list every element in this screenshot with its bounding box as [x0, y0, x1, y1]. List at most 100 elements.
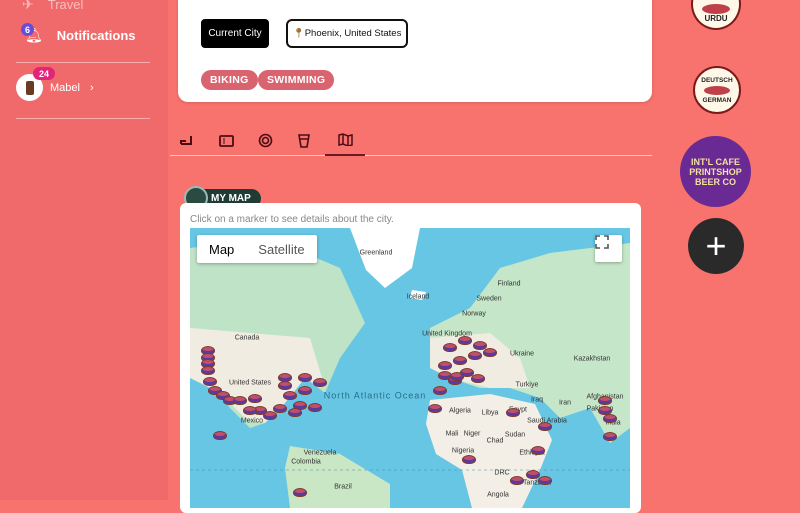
city-marker[interactable] — [483, 348, 497, 357]
city-marker[interactable] — [201, 366, 215, 375]
map-type-control: Map Satellite — [197, 235, 317, 263]
city-marker[interactable] — [603, 432, 617, 441]
city-marker[interactable] — [603, 414, 617, 423]
map-label: Canada — [234, 334, 260, 342]
city-marker[interactable] — [531, 446, 545, 455]
city-marker[interactable] — [233, 396, 247, 405]
city-marker[interactable] — [278, 381, 292, 390]
map-type-satellite[interactable]: Satellite — [246, 235, 316, 263]
city-marker[interactable] — [506, 408, 520, 417]
map-label: United States — [228, 379, 272, 387]
current-city-button[interactable]: Current City — [201, 19, 269, 48]
map-hint: Click on a marker to see details about t… — [190, 214, 394, 225]
map-label: Angola — [487, 491, 509, 499]
map-label: Sweden — [476, 295, 502, 303]
map-label: Iran — [558, 399, 572, 407]
city-marker[interactable] — [203, 377, 217, 386]
target-icon — [258, 133, 272, 148]
city-marker[interactable] — [298, 386, 312, 395]
tab-ticket[interactable] — [206, 125, 246, 156]
tab-map[interactable] — [325, 125, 365, 156]
notifications-badge: 6 — [21, 23, 34, 36]
sidebar-item-travel[interactable]: ✈ Travel — [22, 0, 83, 13]
map-land — [190, 228, 630, 508]
map-label: Chad — [486, 437, 504, 445]
divider — [16, 118, 150, 119]
tab-target[interactable] — [245, 125, 285, 156]
map-card: Click on a marker to see details about t… — [180, 203, 641, 513]
map-label: Mexico — [240, 417, 264, 425]
map-label: Sudan — [504, 431, 526, 439]
map-label: Finland — [497, 280, 521, 288]
ocean-label: North Atlantic Ocean — [323, 390, 427, 401]
city-marker[interactable] — [438, 361, 452, 370]
group-intl-cafe[interactable]: INT'L CAFE PRINTSHOP BEER CO — [680, 136, 751, 207]
city-marker[interactable] — [510, 476, 524, 485]
city-marker[interactable] — [443, 343, 457, 352]
pin-icon: 📍︎ — [292, 28, 305, 39]
sidebar-item-notifications[interactable]: 🔔︎ Notifications — [22, 27, 136, 44]
city-marker[interactable] — [471, 374, 485, 383]
mouth-icon — [704, 85, 730, 95]
tab-cup[interactable] — [284, 125, 324, 156]
city-marker[interactable] — [538, 422, 552, 431]
divider — [16, 62, 150, 63]
world-map[interactable]: Greenland Iceland Finland Sweden Norway Unite… — [190, 228, 630, 508]
map-label: Greenland — [359, 249, 393, 257]
city-marker[interactable] — [283, 391, 297, 400]
tag-biking[interactable]: BIKING — [201, 70, 258, 90]
city-marker[interactable] — [293, 488, 307, 497]
map-type-map[interactable]: Map — [197, 235, 246, 263]
fullscreen-button[interactable] — [595, 235, 622, 262]
tab-bar — [170, 125, 652, 156]
city-marker[interactable] — [298, 373, 312, 382]
map-label: Norway — [462, 310, 486, 318]
city-marker[interactable] — [243, 406, 257, 415]
map-label: Libya — [481, 409, 499, 417]
group-german[interactable]: DEUTSCH GERMAN — [693, 66, 741, 114]
map-label: Turkiye — [515, 381, 539, 389]
city-marker[interactable] — [433, 386, 447, 395]
map-label: Brazil — [334, 483, 352, 491]
tab-boot[interactable] — [166, 125, 206, 156]
map-label: Ukraine — [509, 350, 535, 358]
map-label: Algeria — [449, 407, 471, 415]
city-card: Current City 📍︎ Phoenix, United States B… — [178, 0, 652, 102]
map-label: Colombia — [291, 458, 321, 466]
city-marker[interactable] — [428, 404, 442, 413]
mouth-icon — [702, 3, 730, 14]
map-icon — [337, 133, 353, 146]
chevron-right-icon: › — [89, 81, 94, 94]
city-marker[interactable] — [213, 431, 227, 440]
city-marker[interactable] — [288, 408, 302, 417]
map-label: Iceland — [406, 293, 430, 301]
map-label: Venezuela — [303, 449, 337, 457]
map-label: Iraq — [530, 396, 544, 404]
city-marker[interactable] — [308, 403, 322, 412]
boot-icon — [180, 135, 192, 145]
map-label: Kazakhstan — [573, 355, 611, 363]
map-label: DRC — [494, 469, 510, 477]
location-button[interactable]: 📍︎ Phoenix, United States — [286, 19, 408, 48]
map-label: Niger — [463, 430, 481, 438]
cup-icon — [298, 133, 310, 148]
tag-swimming[interactable]: SWIMMING — [258, 70, 335, 90]
fullscreen-icon — [595, 235, 609, 249]
group-urdu[interactable]: URDU — [691, 0, 741, 30]
plane-icon: ✈ — [22, 0, 34, 12]
user-badge: 24 — [33, 67, 55, 80]
city-marker[interactable] — [598, 396, 612, 405]
city-marker[interactable] — [458, 336, 472, 345]
plus-icon: + — [705, 225, 727, 266]
add-group-button[interactable]: + — [688, 218, 744, 274]
map-label: Nigeria — [451, 447, 475, 455]
city-marker[interactable] — [538, 476, 552, 485]
city-marker[interactable] — [453, 356, 467, 365]
user-profile[interactable]: Mabel › — [16, 74, 94, 101]
city-marker[interactable] — [248, 394, 262, 403]
city-marker[interactable] — [313, 378, 327, 387]
ticket-icon — [218, 134, 234, 147]
city-marker[interactable] — [468, 351, 482, 360]
sidebar: ✈ Travel 🔔︎ Notifications 6 Mabel › 24 — [0, 0, 168, 500]
city-marker[interactable] — [462, 455, 476, 464]
